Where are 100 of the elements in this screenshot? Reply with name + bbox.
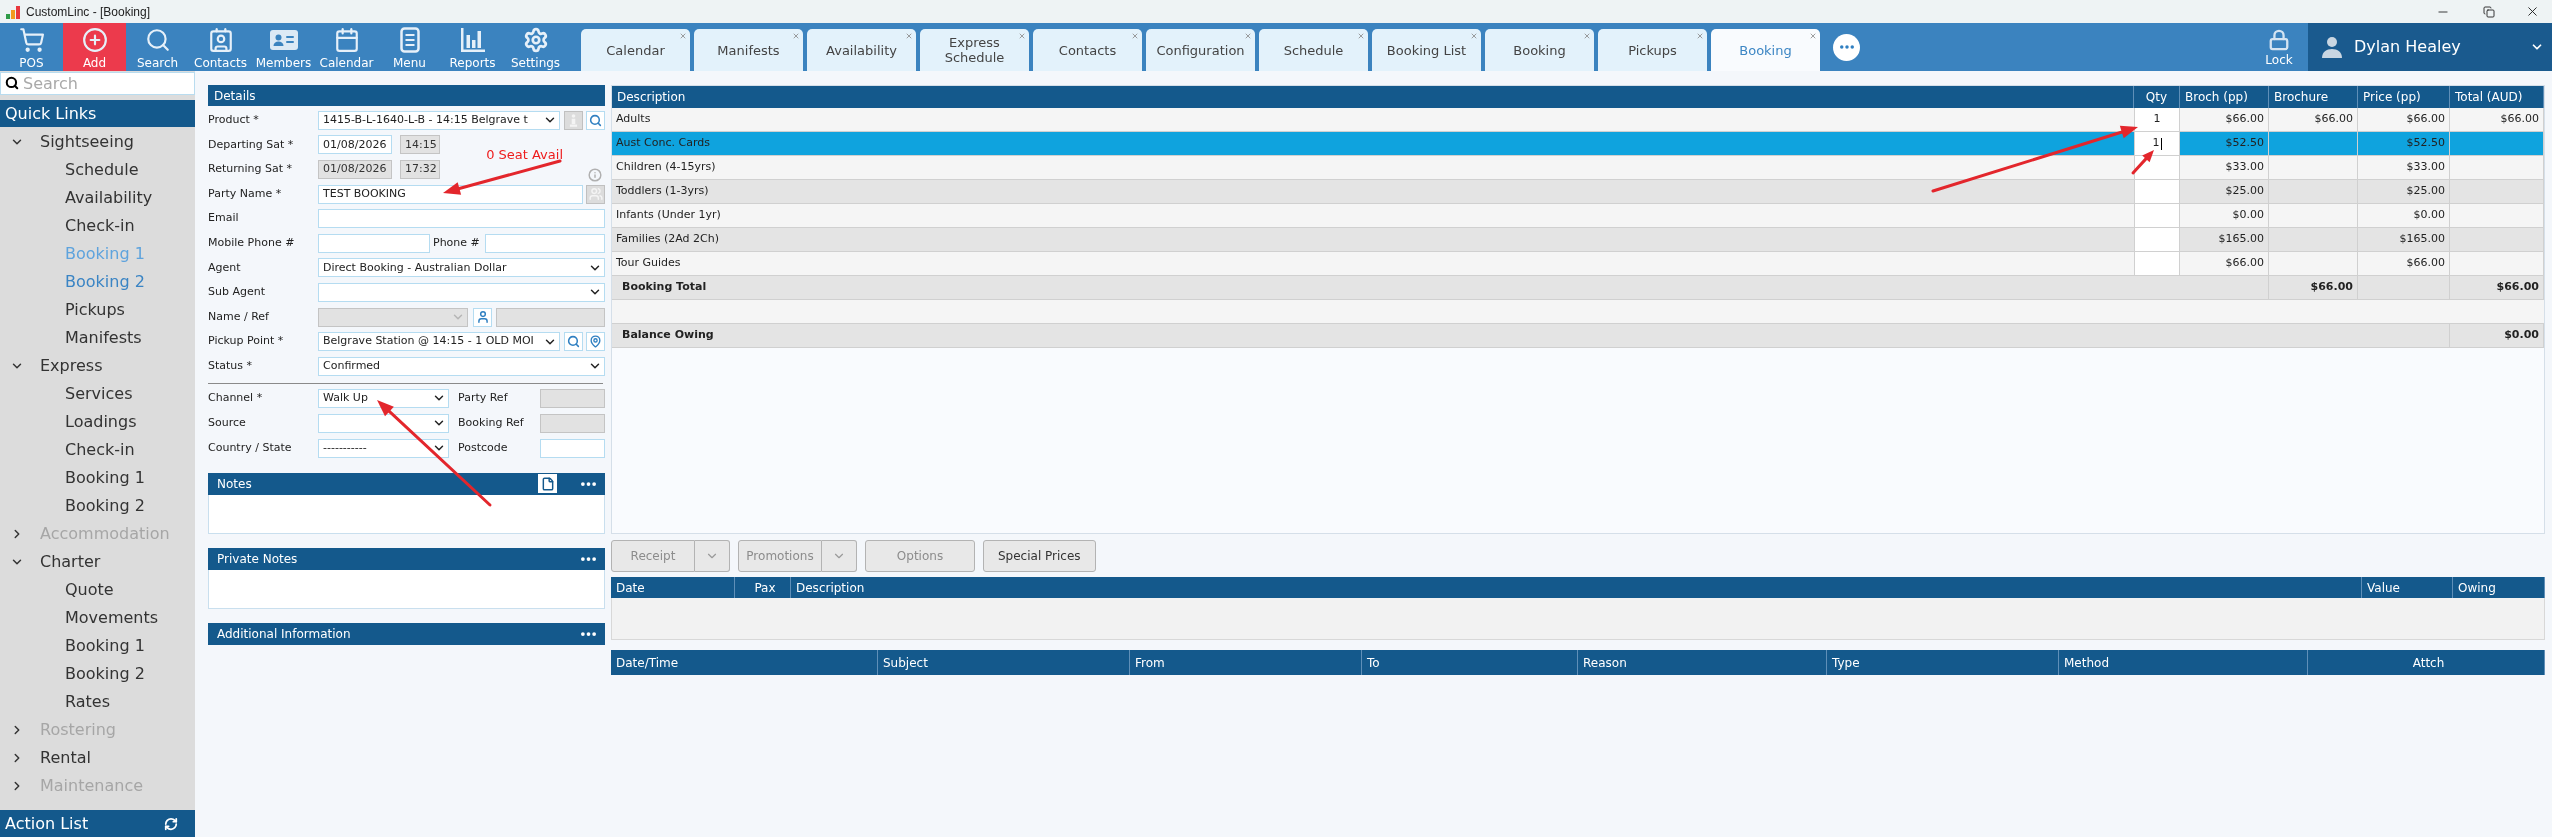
column-header: Reason — [1578, 650, 1827, 675]
search-button[interactable] — [586, 110, 605, 130]
toolbar-button[interactable]: Members — [252, 23, 315, 71]
qty-field[interactable] — [2134, 180, 2180, 203]
tab[interactable]: Pickups — [1598, 29, 1707, 71]
table-cell: $66.00 — [2358, 252, 2450, 275]
tree-item[interactable]: Booking 1 — [0, 464, 195, 492]
qty-field[interactable] — [2134, 156, 2180, 179]
notes-field[interactable] — [208, 569, 605, 609]
tree-group[interactable]: Rental — [0, 744, 195, 772]
channel-select[interactable]: Walk Up — [318, 388, 449, 408]
tree-item[interactable]: Booking 1 — [0, 632, 195, 660]
toolbar-button[interactable]: Add — [63, 23, 126, 71]
tree-item[interactable]: Movements — [0, 604, 195, 632]
info-icon[interactable] — [588, 168, 602, 183]
action-button[interactable]: Special Prices — [983, 540, 1096, 572]
tree-item[interactable]: Schedule — [0, 156, 195, 184]
tab[interactable]: Booking — [1711, 29, 1820, 71]
postcode-field[interactable] — [540, 438, 605, 458]
field-label: Country / State — [208, 439, 293, 456]
tree-item[interactable]: Services — [0, 380, 195, 408]
country-state-select[interactable]: ----------- — [318, 438, 449, 458]
tree-item[interactable]: Rates — [0, 688, 195, 716]
more-tabs-button[interactable] — [1833, 33, 1860, 61]
tree-item[interactable]: Booking 2 — [0, 660, 195, 688]
tree-item[interactable]: Availability — [0, 184, 195, 212]
field-label: Product * — [208, 112, 260, 129]
phone-field[interactable] — [485, 233, 605, 253]
tree-item[interactable]: Booking 2 — [0, 492, 195, 520]
tab[interactable]: Schedule — [1259, 29, 1368, 71]
group-button[interactable] — [586, 184, 605, 204]
field-label: Agent — [208, 259, 242, 276]
table-row[interactable]: Families (2Ad 2Ch) $165.00 $165.00 — [612, 228, 2544, 252]
mobile-phone-field[interactable] — [318, 233, 430, 253]
dropdown-button[interactable] — [822, 540, 857, 572]
tree-item[interactable]: Pickups — [0, 296, 195, 324]
qty-field[interactable] — [2134, 228, 2180, 251]
product-select[interactable]: 1415-B-L-1640-L-B - 14:15 Belgrave t — [318, 110, 560, 130]
email-field[interactable] — [318, 209, 605, 229]
panel-header: Details — [208, 85, 605, 106]
tab[interactable]: Configuration — [1146, 29, 1255, 71]
source-select[interactable] — [318, 413, 449, 433]
agent-select[interactable]: Direct Booking - Australian Dollar — [318, 258, 605, 278]
qty-field[interactable]: 1 — [2134, 132, 2180, 155]
qty-field[interactable] — [2134, 204, 2180, 227]
tree-group[interactable]: Sightseeing — [0, 128, 195, 156]
toolbar-button[interactable]: Search — [126, 23, 189, 71]
search-button[interactable] — [564, 332, 583, 352]
tab[interactable]: Calendar — [581, 29, 690, 71]
notes-field[interactable] — [208, 494, 605, 534]
user-name: Dylan Healey — [2354, 36, 2461, 58]
tree-item[interactable]: Check-in — [0, 436, 195, 464]
table-row[interactable]: Tour Guides $66.00 $66.00 — [612, 252, 2544, 276]
field-label: Party Name * — [208, 185, 283, 202]
restore-icon[interactable] — [2483, 5, 2495, 18]
search-field[interactable]: Search — [0, 72, 195, 95]
tab[interactable]: Availability — [807, 29, 916, 71]
lock-button[interactable]: Lock — [2250, 23, 2308, 71]
sub-agent-select[interactable] — [318, 282, 605, 302]
qty-field[interactable]: 1 — [2134, 108, 2180, 131]
footer-title: Action List — [5, 812, 89, 835]
toolbar-button[interactable]: Calendar — [315, 23, 378, 71]
tab[interactable]: Contacts — [1033, 29, 1142, 71]
table-row[interactable]: Adults 1 $66.00 $66.00 $66.00 $66.00 — [612, 108, 2544, 132]
tab[interactable]: Booking List — [1372, 29, 1481, 71]
dropdown-button[interactable] — [695, 540, 730, 572]
table-row[interactable]: Infants (Under 1yr) $0.00 $0.00 — [612, 204, 2544, 228]
tree-item[interactable]: Manifests — [0, 324, 195, 352]
search-icon — [144, 27, 171, 53]
table-cell-text: Aust Conc. Cards — [615, 135, 711, 152]
note-file-button[interactable] — [538, 474, 557, 494]
tab[interactable]: Booking — [1485, 29, 1594, 71]
toolbar-button[interactable]: Reports — [441, 23, 504, 71]
table-row[interactable]: Children (4-15yrs) $33.00 $33.00 — [612, 156, 2544, 180]
date-field[interactable]: 01/08/2026 — [318, 135, 392, 155]
tree-group[interactable]: Express — [0, 352, 195, 380]
toolbar-button[interactable]: Contacts — [189, 23, 252, 71]
more-icon[interactable] — [581, 631, 596, 636]
tree-group[interactable]: Charter — [0, 548, 195, 576]
map-button[interactable] — [586, 332, 605, 352]
tree-item[interactable]: Quote — [0, 576, 195, 604]
refresh-icon[interactable] — [164, 816, 178, 831]
column-header: Attch — [2308, 650, 2545, 675]
party-name-field[interactable]: TEST BOOKING — [318, 184, 583, 204]
more-icon[interactable] — [581, 556, 596, 561]
tab[interactable]: Manifests — [694, 29, 803, 71]
tab[interactable]: Express Schedule — [920, 29, 1029, 71]
more-icon[interactable] — [581, 481, 596, 486]
status-select[interactable]: Confirmed — [318, 356, 605, 376]
tree-item[interactable]: Check-in — [0, 212, 195, 240]
pickup-point-select[interactable]: Belgrave Station @ 14:15 - 1 OLD MOI — [318, 332, 560, 352]
toolbar-button[interactable]: POS — [0, 23, 63, 71]
toolbar-button[interactable]: Settings — [504, 23, 567, 71]
table-row[interactable]: Aust Conc. Cards 1 $52.50 $52.50 — [612, 132, 2544, 156]
table-row[interactable]: Toddlers (1-3yrs) $25.00 $25.00 — [612, 180, 2544, 204]
tree-item[interactable]: Loadings — [0, 408, 195, 436]
toolbar-button[interactable]: Menu — [378, 23, 441, 71]
qty-field[interactable] — [2134, 252, 2180, 275]
contact-button[interactable] — [473, 307, 492, 327]
user-menu[interactable]: Dylan Healey — [2308, 23, 2552, 71]
